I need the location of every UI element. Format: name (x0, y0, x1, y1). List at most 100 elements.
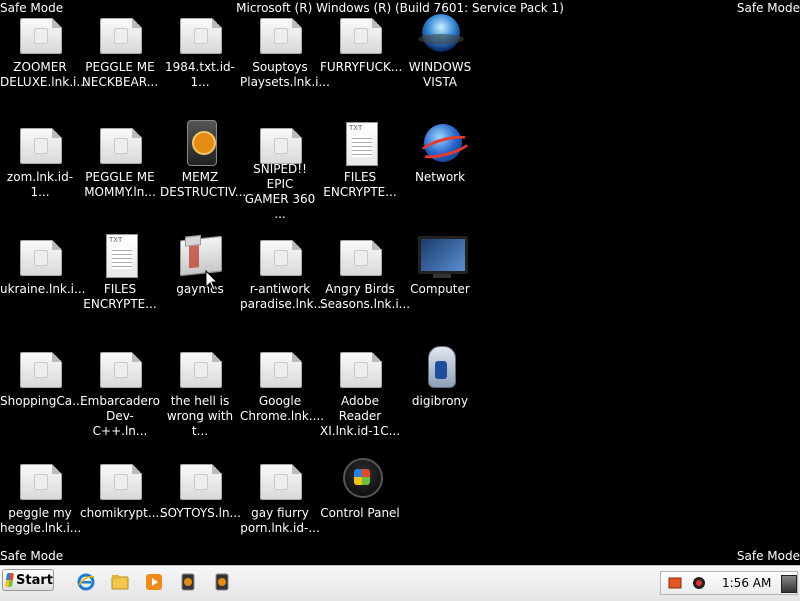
desktop-icon-label: Computer (410, 282, 470, 296)
network-globe-icon (414, 120, 466, 168)
desktop-icon[interactable]: Google Chrome.lnk.... (240, 344, 325, 446)
security-alert-icon[interactable] (692, 576, 706, 590)
desktop-icon-label: digibrony (411, 394, 469, 408)
file-icon (254, 344, 306, 392)
file-icon (254, 232, 306, 280)
desktop-icon[interactable]: Embarcadero Dev-C++.ln... (80, 344, 160, 446)
desktop-icon-label: ShoppingCa... (0, 394, 84, 408)
file-icon (14, 232, 66, 280)
desktop-icon-label: FURRYFUCK... (320, 60, 403, 74)
desktop-icon[interactable]: 1984.txt.id-1... (160, 10, 240, 112)
desktop-icon-label: FILES ENCRYPTE... (323, 170, 397, 199)
desktop-icon[interactable]: peggle my heggle.lnk.i... (0, 456, 82, 558)
file-icon (14, 456, 66, 504)
desktop-icon-label: Embarcadero Dev-C++.ln... (80, 394, 160, 438)
desktop-icon[interactable]: zom.lnk.id-1... (0, 120, 80, 222)
desktop-icon[interactable]: PEGGLE ME MOMMY.ln... (80, 120, 160, 222)
desktop-icon[interactable]: ShoppingCa... (0, 344, 84, 446)
desktop-icon-label: WINDOWS VISTA (408, 60, 472, 89)
desktop-icon[interactable]: SNIPED!! EPIC GAMER 360 ... (240, 120, 320, 222)
desktop-icon[interactable]: PEGGLE ME NECKBEAR... (80, 10, 160, 112)
desktop-icon[interactable]: r-antiwork paradise.lnk.... (240, 232, 329, 334)
desktop-icon-label: Network (414, 170, 466, 184)
desktop-icon-label: gaymes (176, 282, 224, 296)
desktop-icon-label: PEGGLE ME NECKBEAR... (81, 60, 159, 89)
desktop-icon-label: 1984.txt.id-1... (165, 60, 235, 89)
desktop-icon[interactable]: gaymes (160, 232, 240, 334)
desktop-icon[interactable]: Computer (400, 232, 480, 334)
desktop-icon[interactable]: ukraine.lnk.i... (0, 232, 86, 334)
desktop-icon-label: the hell is wrong with t... (166, 394, 234, 438)
desktop-icon[interactable]: Souptoys Playsets.lnk.i... (240, 10, 330, 112)
clock[interactable]: 1:56 AM (722, 576, 771, 590)
desktop-icon-label: SNIPED!! EPIC GAMER 360 ... (244, 162, 316, 221)
desktop-icon-label: Google Chrome.lnk.... (240, 394, 325, 423)
start-button[interactable]: Start (2, 569, 54, 591)
mouse-cursor-icon (205, 270, 219, 291)
desktop-icon-label: Adobe Reader XI.lnk.id-1C... (320, 394, 401, 438)
desktop-icon-label: MEMZ DESTRUCTIV... (160, 170, 247, 199)
desktop-icon[interactable]: Angry Birds Seasons.lnk.i... (320, 232, 410, 334)
safe-mode-label-top-right: Safe Mode (736, 1, 800, 15)
taskbar: Start 1:56 AM (0, 565, 800, 601)
control-panel-icon (334, 456, 386, 504)
windows-explorer-icon[interactable] (111, 573, 129, 591)
desktop-icon[interactable]: SOYTOYS.ln... (160, 456, 241, 558)
desktop-icon-label: chomikrypt.... (80, 506, 164, 520)
file-icon (94, 344, 146, 392)
memz-icon[interactable] (179, 573, 197, 591)
windows-flag-icon (5, 573, 14, 587)
file-icon (94, 120, 146, 168)
desktop-icon[interactable]: Adobe Reader XI.lnk.id-1C... (320, 344, 400, 446)
desktop-icon[interactable]: ZOOMER DELUXE.lnk.i... (0, 10, 88, 112)
file-icon (334, 232, 386, 280)
desktop-icon[interactable]: gay fiurry porn.lnk.id-... (240, 456, 320, 558)
computer-icon (414, 232, 468, 280)
system-tray: 1:56 AM (660, 571, 798, 595)
desktop-icon-label: zom.lnk.id-1... (6, 170, 74, 199)
desktop-icon-label: ukraine.lnk.i... (0, 282, 86, 296)
file-icon (14, 344, 66, 392)
desktop-icon-label: peggle my heggle.lnk.i... (0, 506, 82, 535)
desktop-icon[interactable]: MEMZ DESTRUCTIV... (160, 120, 247, 222)
file-icon (94, 10, 146, 58)
desktop-icon[interactable]: Control Panel (320, 456, 400, 558)
desktop-icon[interactable]: chomikrypt.... (80, 456, 164, 558)
desktop-icon-label: PEGGLE ME MOMMY.ln... (84, 170, 156, 199)
text-document-icon (334, 120, 386, 168)
desktop-icon[interactable]: Network (400, 120, 480, 222)
desktop-icon[interactable]: FILES ENCRYPTE... (320, 120, 400, 222)
file-icon (334, 344, 386, 392)
desktop-icon-label: gay fiurry porn.lnk.id-... (240, 506, 320, 535)
desktop-icon[interactable]: FURRYFUCK... (320, 10, 403, 112)
desktop-icon[interactable]: FILES ENCRYPTE... (80, 232, 160, 334)
desktop-icon[interactable]: the hell is wrong with t... (160, 344, 240, 446)
file-icon (254, 10, 306, 58)
media-player-icon[interactable] (145, 573, 163, 591)
memz-icon[interactable] (213, 573, 231, 591)
file-icon (174, 344, 226, 392)
file-icon (14, 120, 66, 168)
show-desktop-icon[interactable] (781, 575, 797, 593)
vista-sphere-icon (414, 10, 466, 58)
desktop-icon-label: r-antiwork paradise.lnk.... (240, 282, 329, 311)
file-icon (94, 456, 146, 504)
file-icon (254, 456, 306, 504)
text-document-icon (94, 232, 146, 280)
desktop-icon[interactable]: digibrony (400, 344, 480, 446)
desktop-icon-label: Souptoys Playsets.lnk.i... (240, 60, 330, 89)
file-icon (334, 10, 386, 58)
desktop-icon-label: ZOOMER DELUXE.lnk.i... (0, 60, 88, 89)
internet-explorer-icon[interactable] (77, 573, 95, 591)
desktop-icon-label: SOYTOYS.ln... (160, 506, 241, 520)
file-icon (254, 120, 306, 164)
digibrony-icon (414, 344, 466, 392)
desktop-icon[interactable]: WINDOWS VISTA (400, 10, 480, 112)
desktop-icon-label: Control Panel (320, 506, 400, 520)
start-label: Start (16, 572, 53, 588)
file-icon (174, 456, 226, 504)
action-center-icon[interactable] (668, 576, 682, 590)
file-icon (14, 10, 66, 58)
desktop-icon-label: FILES ENCRYPTE... (83, 282, 157, 311)
safe-mode-label-bottom-right: Safe Mode (736, 549, 800, 563)
